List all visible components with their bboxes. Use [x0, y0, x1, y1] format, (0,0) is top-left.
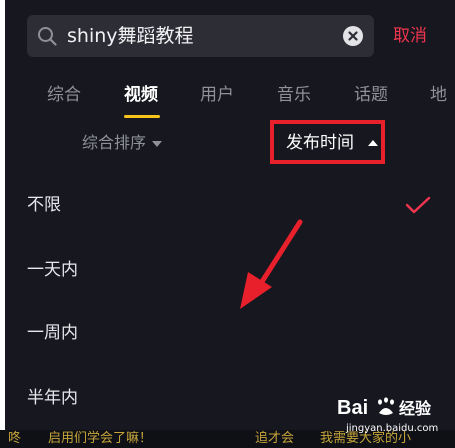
baidu-jingyan-logo: Bai 经验 — [337, 397, 432, 419]
bottom-text-3: 追才会 — [255, 431, 295, 446]
svg-text:Bai: Bai — [337, 397, 368, 419]
bottom-text-2: 启用们学会了嘛！ — [48, 431, 153, 446]
svg-text:经验: 经验 — [399, 399, 432, 418]
bottom-text-1: 咚 — [8, 431, 22, 446]
watermark-url: jingyan.baidu.com — [346, 423, 439, 434]
annotation-arrow — [240, 219, 303, 309]
